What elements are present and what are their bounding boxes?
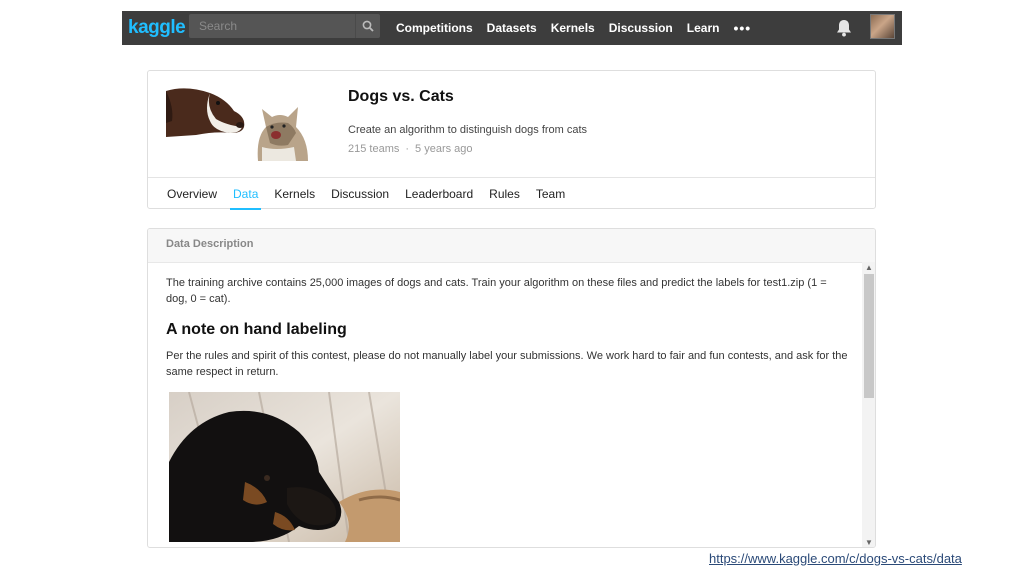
- scroll-down-icon[interactable]: ▼: [864, 538, 874, 547]
- training-archive-paragraph: The training archive contains 25,000 ima…: [166, 277, 827, 305]
- nav-link-learn[interactable]: Learn: [687, 21, 720, 35]
- user-avatar[interactable]: [870, 14, 895, 39]
- competition-meta: 215 teams · 5 years ago: [348, 143, 473, 155]
- tab-overview[interactable]: Overview: [167, 178, 217, 210]
- competition-header-card: Dogs vs. Cats Create an algorithm to dis…: [147, 70, 876, 210]
- dog-photo: [169, 392, 400, 542]
- top-nav-bar: kaggle Competitions Datasets Kernels Dis…: [122, 11, 902, 45]
- search-icon[interactable]: [355, 14, 380, 38]
- hand-labeling-paragraph: Per the rules and spirit of this contest…: [166, 350, 848, 378]
- tab-rules[interactable]: Rules: [489, 178, 520, 210]
- data-description-header: Data Description: [148, 229, 875, 263]
- data-description-card: Data Description The training archive co…: [147, 228, 876, 548]
- competition-title: Dogs vs. Cats: [348, 88, 454, 105]
- source-url-link[interactable]: https://www.kaggle.com/c/dogs-vs-cats/da…: [709, 551, 962, 566]
- nav-link-discussion[interactable]: Discussion: [609, 21, 673, 35]
- search-box: [189, 14, 380, 38]
- content-scrollbar[interactable]: ▲ ▼: [862, 262, 875, 547]
- scroll-thumb[interactable]: [864, 274, 874, 398]
- tab-kernels[interactable]: Kernels: [274, 178, 315, 210]
- teams-count: 215 teams: [348, 143, 400, 155]
- kaggle-logo[interactable]: kaggle: [128, 17, 186, 39]
- nav-links: Competitions Datasets Kernels Discussion…: [396, 11, 751, 45]
- data-description-content: The training archive contains 25,000 ima…: [166, 275, 848, 542]
- competition-tabs: Overview Data Kernels Discussion Leaderb…: [148, 177, 875, 210]
- bell-icon[interactable]: [835, 18, 853, 38]
- hand-labeling-heading: A note on hand labeling: [166, 321, 347, 338]
- more-icon[interactable]: •••: [733, 20, 751, 36]
- search-input[interactable]: [189, 14, 359, 38]
- scroll-up-icon[interactable]: ▲: [864, 263, 874, 273]
- tab-discussion[interactable]: Discussion: [331, 178, 389, 210]
- nav-link-kernels[interactable]: Kernels: [551, 21, 595, 35]
- competition-age: 5 years ago: [415, 143, 473, 155]
- tab-leaderboard[interactable]: Leaderboard: [405, 178, 473, 210]
- meta-separator: ·: [405, 143, 410, 155]
- tab-data[interactable]: Data: [229, 178, 262, 210]
- competition-subtitle: Create an algorithm to distinguish dogs …: [348, 124, 588, 136]
- tab-team[interactable]: Team: [536, 178, 565, 210]
- nav-link-competitions[interactable]: Competitions: [396, 21, 473, 35]
- nav-link-datasets[interactable]: Datasets: [487, 21, 537, 35]
- competition-thumbnail: [166, 87, 318, 161]
